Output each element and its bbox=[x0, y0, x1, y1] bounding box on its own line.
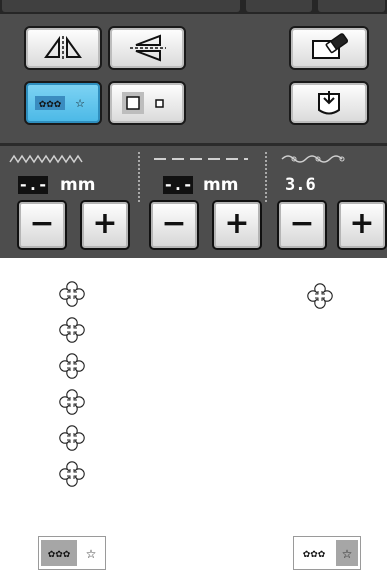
density-value: 3.6 bbox=[285, 175, 316, 195]
flower-motif-icon bbox=[307, 283, 333, 309]
top-strip bbox=[0, 0, 387, 14]
width-increase-button[interactable]: + bbox=[80, 200, 130, 250]
svg-text:☆: ☆ bbox=[75, 97, 85, 110]
mirror-horizontal-button[interactable] bbox=[24, 26, 102, 70]
width-decrease-button[interactable]: − bbox=[17, 200, 67, 250]
stitch-length-icon bbox=[154, 158, 248, 160]
length-increase-button[interactable]: + bbox=[212, 200, 262, 250]
width-value: -.- bbox=[18, 175, 48, 194]
left-repeat-chip: ✿✿✿ ☆ bbox=[38, 536, 106, 570]
svg-text:☆: ☆ bbox=[86, 547, 97, 561]
flower-motif-icon bbox=[59, 281, 85, 487]
pocket-icon bbox=[318, 91, 340, 115]
svg-text:✿✿✿: ✿✿✿ bbox=[303, 550, 326, 560]
pocket-button[interactable] bbox=[289, 81, 369, 125]
repeat-indicator-icon: ✿✿✿ ☆ bbox=[41, 540, 97, 566]
mirror-vertical-button[interactable] bbox=[108, 26, 186, 70]
eraser-icon bbox=[312, 33, 349, 59]
pattern-preview: ✿✿✿ ☆ ✿✿✿ ☆ bbox=[0, 258, 387, 578]
mirror-vertical-icon bbox=[130, 34, 166, 62]
panel-divider bbox=[0, 143, 387, 146]
stitch-density-icon bbox=[281, 155, 345, 163]
svg-text:✿✿✿: ✿✿✿ bbox=[39, 100, 62, 110]
length-decrease-button[interactable]: − bbox=[149, 200, 199, 250]
density-decrease-button[interactable]: − bbox=[277, 200, 327, 250]
eraser-button[interactable] bbox=[289, 26, 369, 70]
pattern-repeat-icon: ✿✿✿ ☆ bbox=[35, 96, 85, 110]
separator bbox=[138, 152, 140, 202]
pattern-repeat-button[interactable]: ✿✿✿ ☆ bbox=[24, 81, 102, 125]
mirror-horizontal-icon bbox=[44, 35, 82, 60]
lcd-panel: ✿✿✿ ☆ -.- mm − + -.- mm − + 3.6 − + bbox=[0, 0, 387, 258]
stitch-width-icon bbox=[9, 154, 83, 164]
length-value: -.- bbox=[163, 175, 193, 194]
repeat-indicator-icon: ✿✿✿ ☆ bbox=[303, 540, 358, 566]
width-unit: mm bbox=[60, 175, 96, 195]
size-squares-icon bbox=[122, 92, 164, 114]
svg-text:✿✿✿: ✿✿✿ bbox=[48, 550, 71, 560]
density-increase-button[interactable]: + bbox=[337, 200, 387, 250]
svg-text:☆: ☆ bbox=[342, 547, 353, 561]
size-select-button[interactable] bbox=[108, 81, 186, 125]
length-unit: mm bbox=[203, 175, 239, 195]
right-repeat-chip: ✿✿✿ ☆ bbox=[293, 536, 361, 570]
separator bbox=[265, 152, 267, 202]
